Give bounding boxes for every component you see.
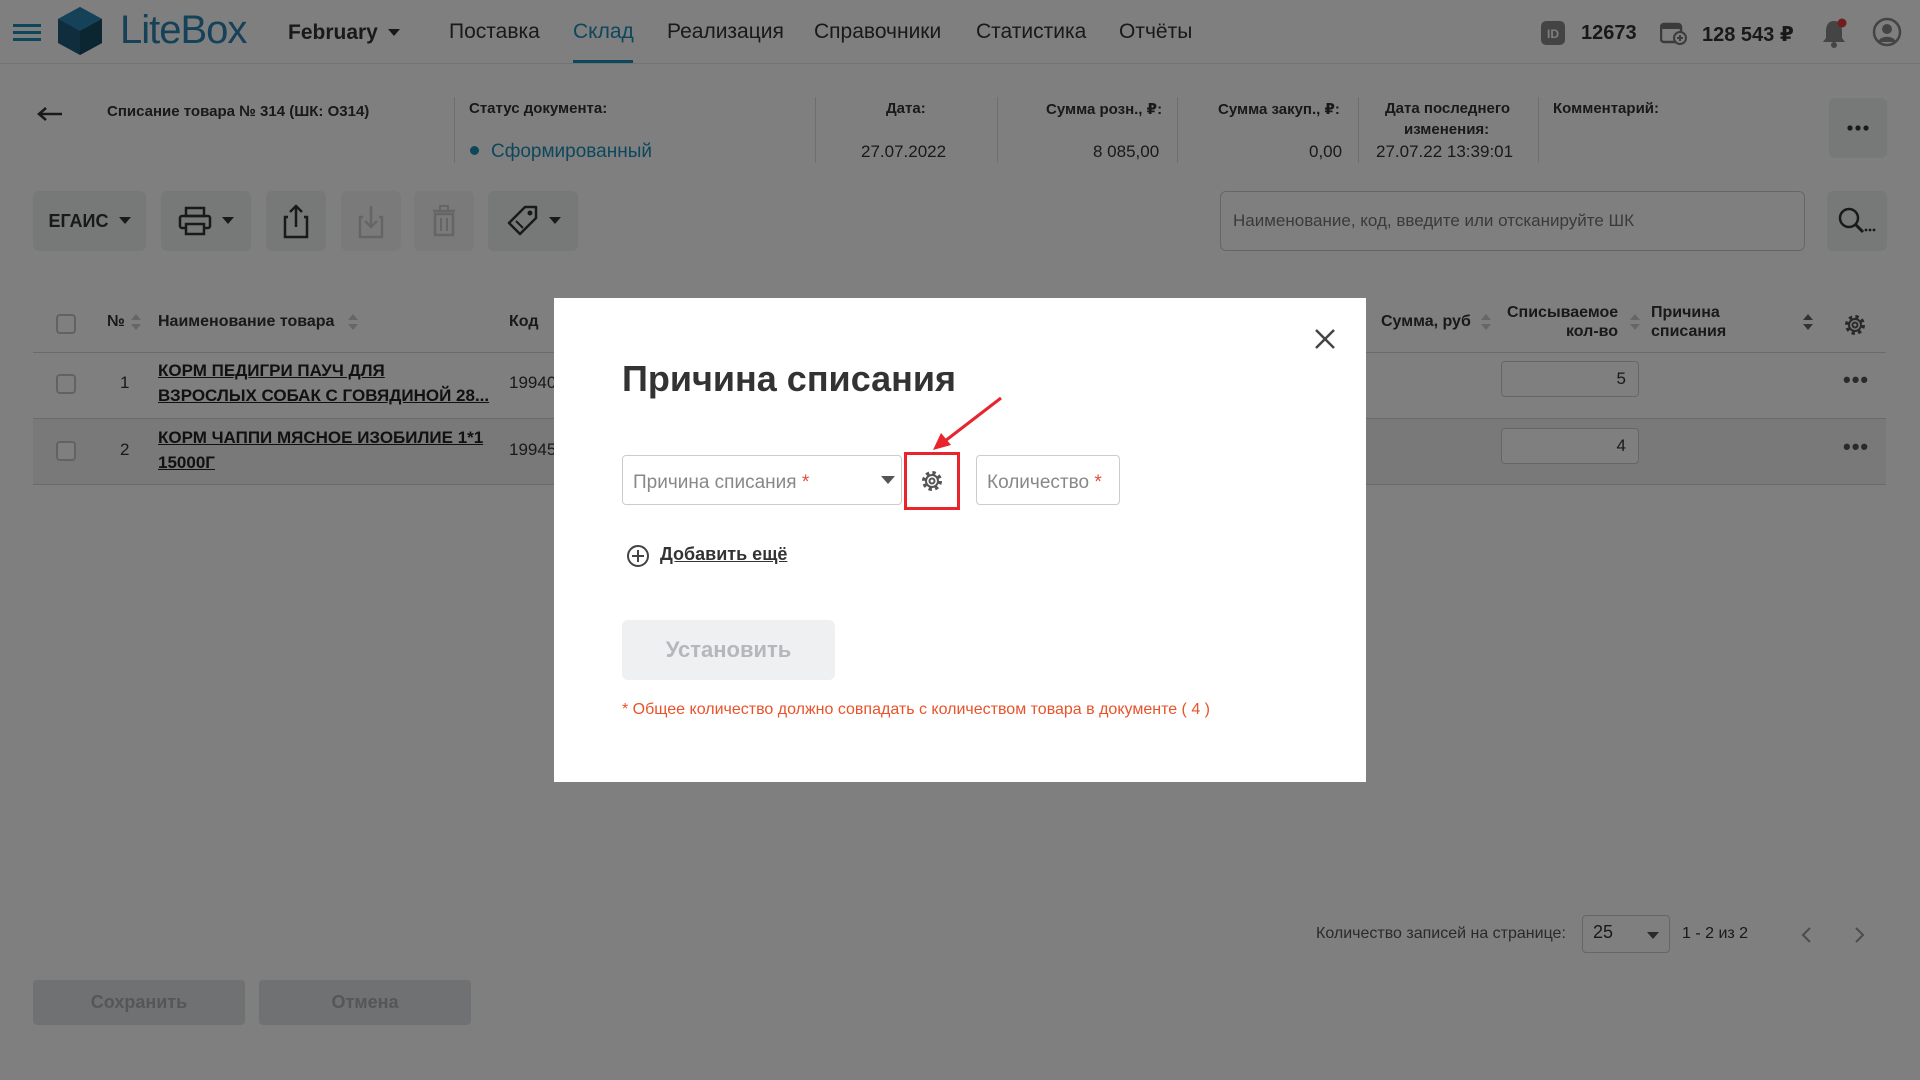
add-circle-icon[interactable]	[626, 544, 650, 568]
writeoff-reason-dialog: Причина списания Причина списания * Коли…	[554, 298, 1366, 782]
set-button[interactable]: Установить	[622, 620, 835, 680]
annotation-arrow	[931, 396, 1003, 452]
quantity-validation-note: * Общее количество должно совпадать с ко…	[622, 701, 1210, 718]
reason-select-placeholder: Причина списания	[633, 472, 797, 493]
quantity-placeholder: Количество	[987, 472, 1090, 493]
annotation-highlight-box	[904, 452, 960, 510]
dialog-title: Причина списания	[622, 358, 957, 399]
close-icon[interactable]	[1314, 328, 1336, 350]
required-mark: *	[801, 472, 810, 493]
reason-select[interactable]: Причина списания *	[622, 455, 902, 505]
add-more-link[interactable]: Добавить ещё	[660, 544, 787, 565]
required-mark: *	[1094, 472, 1102, 493]
quantity-input[interactable]: Количество *	[976, 455, 1120, 505]
caret-down-icon	[881, 476, 895, 484]
